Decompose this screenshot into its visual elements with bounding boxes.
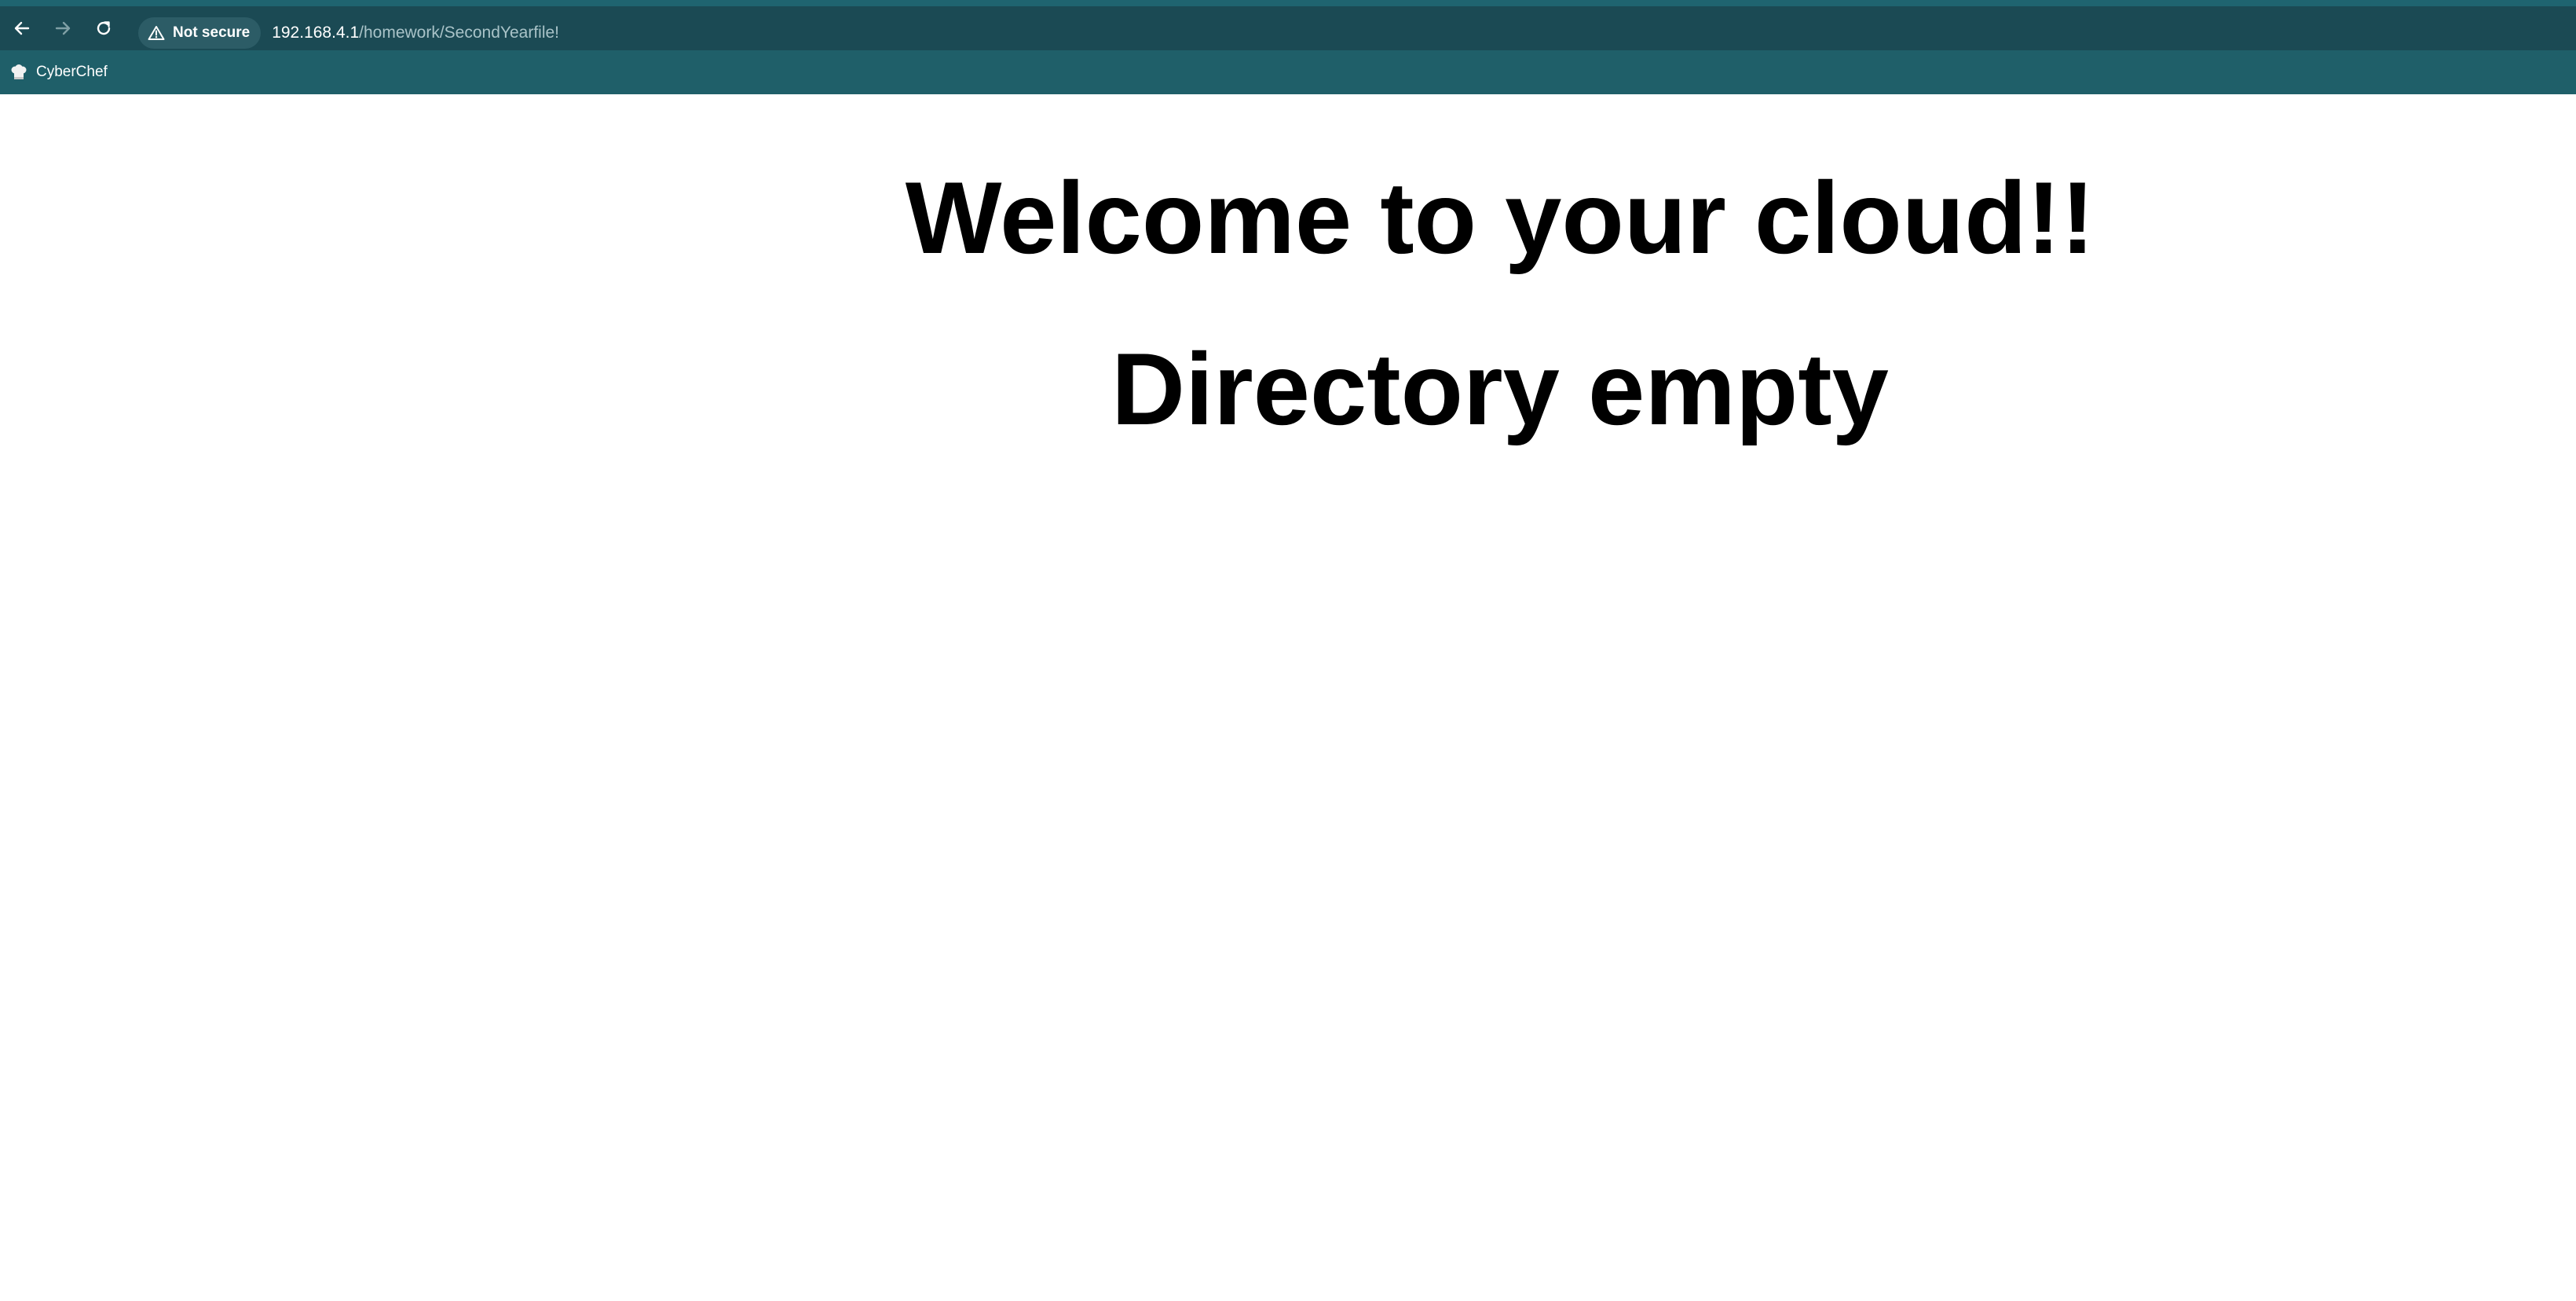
- reload-button[interactable]: [83, 8, 124, 49]
- bookmark-cyberchef[interactable]: CyberChef: [9, 57, 114, 88]
- address-bar[interactable]: Not secure 192.168.4.1/homework/SecondYe…: [135, 14, 2562, 52]
- bookmarks-bar: CyberChef: [0, 50, 2576, 94]
- directory-status: Directory empty: [1111, 332, 1889, 446]
- chef-hat-icon: [11, 64, 27, 79]
- bookmark-label: CyberChef: [36, 64, 108, 80]
- url-host: 192.168.4.1: [272, 24, 360, 42]
- page-content: Welcome to your cloud!! Directory empty: [0, 94, 2576, 1301]
- reload-icon: [97, 21, 111, 35]
- back-button[interactable]: [2, 8, 42, 49]
- security-indicator[interactable]: Not secure: [138, 17, 262, 49]
- arrow-right-icon: [55, 21, 71, 35]
- url-text[interactable]: 192.168.4.1/homework/SecondYearfile!: [272, 24, 559, 42]
- forward-button[interactable]: [42, 8, 83, 49]
- security-label: Not secure: [173, 24, 251, 41]
- arrow-left-icon: [14, 21, 30, 35]
- url-path: /homework/SecondYearfile!: [359, 24, 560, 42]
- warning-icon: [148, 26, 165, 40]
- page-title: Welcome to your cloud!!: [905, 160, 2095, 275]
- browser-toolbar: Not secure 192.168.4.1/homework/SecondYe…: [0, 0, 2576, 50]
